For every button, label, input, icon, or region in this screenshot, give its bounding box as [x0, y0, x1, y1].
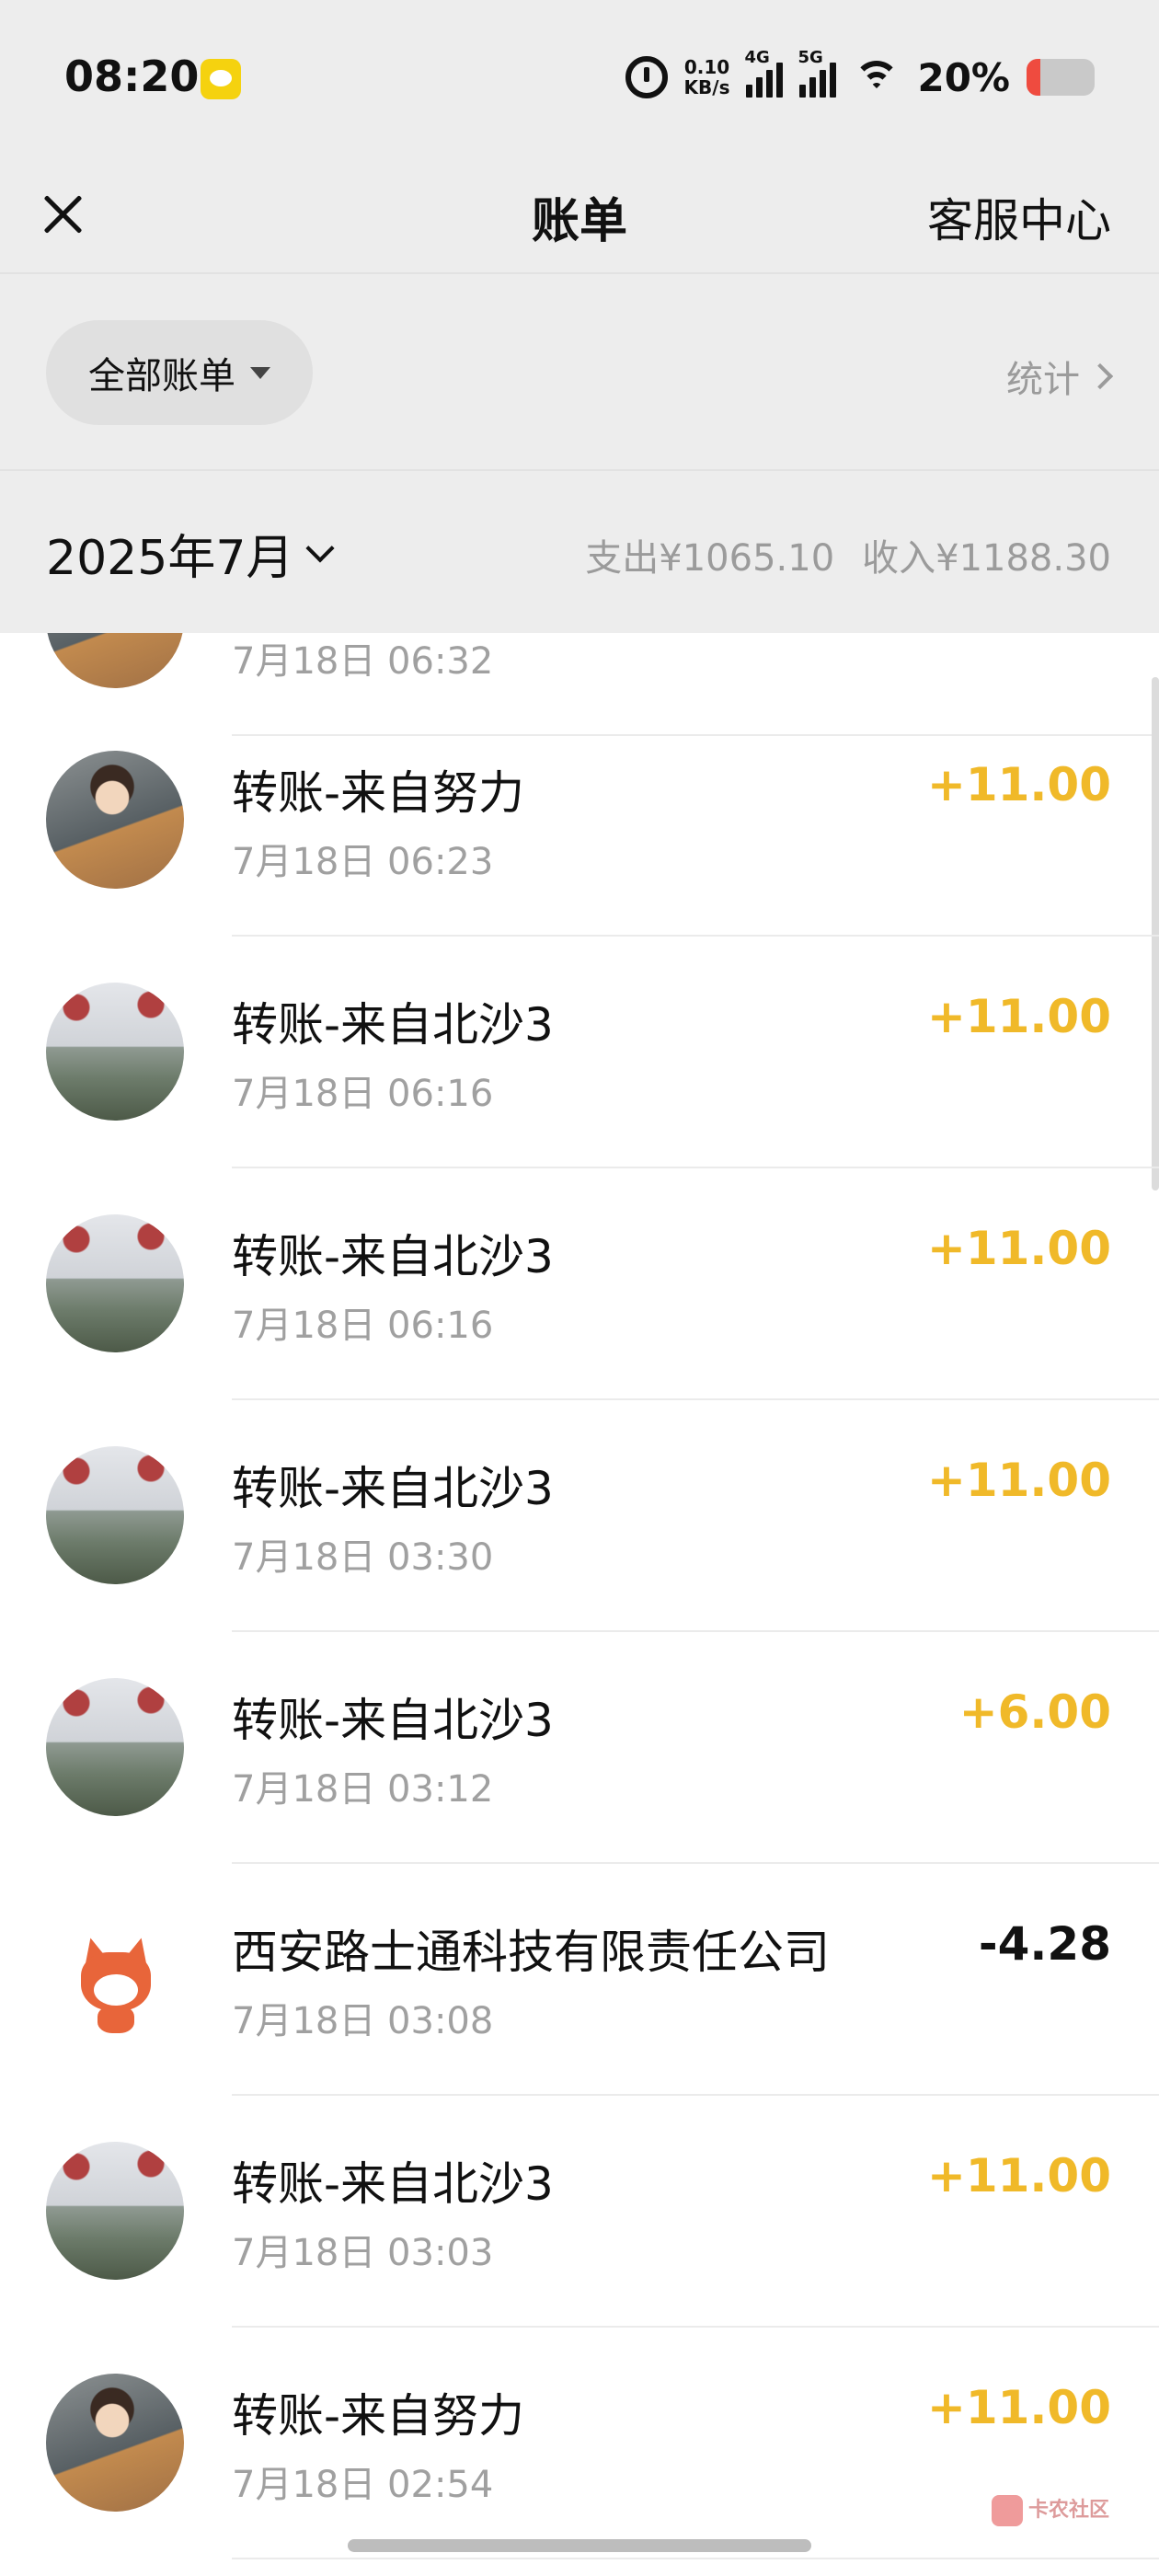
signal-5g-label: 5G: [798, 48, 823, 67]
list-item[interactable]: 转账-来自北沙3 7月18日 03:30 +11.00: [0, 1400, 1159, 1632]
transaction-amount: +11.00: [926, 2149, 1111, 2202]
month-summary: 支出¥1065.10 收入¥1188.30: [585, 528, 1111, 581]
network-speed: 0.10 KB/s: [684, 57, 730, 98]
alarm-icon: [625, 56, 668, 98]
customer-service-link[interactable]: 客服中心: [927, 184, 1111, 250]
row-divider: [232, 2558, 1159, 2559]
list-item[interactable]: 西安路士通科技有限责任公司 7月18日 03:08 -4.28: [0, 1864, 1159, 2096]
signal-4g-label: 4G: [744, 48, 770, 67]
list-item[interactable]: 转账-来自努力 7月18日 02:54 +11.00: [0, 2328, 1159, 2559]
landscape-avatar: [46, 1446, 184, 1584]
transaction-time: 7月18日 06:16: [232, 1073, 494, 1115]
list-item[interactable]: 转账-来自努力 7月18日 06:23 +11.00: [0, 705, 1159, 937]
month-row: 2025年7月 支出¥1065.10 收入¥1188.30: [0, 473, 1159, 633]
wifi-icon: [853, 57, 901, 98]
network-speed-unit: KB/s: [683, 76, 730, 98]
month-expense: 支出¥1065.10: [585, 537, 835, 580]
transaction-amount: -4.28: [978, 1917, 1111, 1971]
statistics-label: 统计: [1006, 359, 1080, 401]
transaction-title: 西安路士通科技有限责任公司: [232, 1926, 830, 1979]
transaction-amount: +11.00: [926, 2381, 1111, 2434]
landscape-avatar: [46, 983, 184, 1121]
transaction-title: 转账-来自北沙3: [232, 1230, 554, 1283]
battery-percent: 20%: [917, 54, 1010, 100]
app-notification-icon: [201, 59, 241, 99]
transaction-time: 7月18日 03:03: [232, 2232, 494, 2274]
bill-type-filter[interactable]: 全部账单: [46, 320, 313, 425]
signal-4g-icon: 4G: [744, 48, 784, 98]
transaction-title: 转账-来自北沙3: [232, 998, 554, 1052]
transaction-title: 转账-来自努力: [232, 2389, 525, 2443]
list-item[interactable]: 转账-来自北沙3 7月18日 03:12 +6.00: [0, 1632, 1159, 1864]
transaction-title: 转账-来自北沙3: [232, 2157, 554, 2211]
close-button[interactable]: [33, 184, 92, 243]
transaction-title: 转账-来自北沙3: [232, 1462, 554, 1515]
network-speed-value: 0.10: [683, 56, 730, 78]
signal-5g-icon: 5G: [798, 48, 837, 98]
chevron-down-icon: [305, 533, 335, 563]
status-time: 08:20: [64, 52, 200, 101]
person-avatar: [46, 2374, 184, 2512]
landscape-avatar: [46, 1214, 184, 1352]
filter-row: 全部账单 统计: [0, 276, 1159, 471]
battery-icon: [1027, 59, 1095, 96]
status-icons: 0.10 KB/s 4G 5G 20%: [625, 48, 1095, 105]
landscape-avatar: [46, 1678, 184, 1816]
person-avatar: [46, 633, 184, 688]
month-picker[interactable]: 2025年7月: [46, 519, 335, 588]
status-bar: 08:20 0.10 KB/s 4G 5G 20%: [0, 0, 1159, 156]
list-item[interactable]: 转账-来自北沙3 7月18日 06:16 +11.00: [0, 937, 1159, 1168]
transaction-time: 7月18日 06:23: [232, 841, 494, 883]
list-item[interactable]: 转账-来自北沙3 7月18日 06:16 +11.00: [0, 1168, 1159, 1400]
nav-bar: 账单 客服中心: [0, 156, 1159, 274]
person-avatar: [46, 751, 184, 889]
statistics-link[interactable]: 统计: [1006, 350, 1114, 403]
transaction-time: 7月18日 02:54: [232, 2464, 494, 2506]
transaction-amount: +11.00: [926, 990, 1111, 1043]
watermark-text: 卡农社区: [1028, 2499, 1110, 2522]
caret-down-icon: [250, 366, 270, 379]
bill-type-filter-label: 全部账单: [88, 355, 235, 397]
home-indicator[interactable]: [348, 2539, 811, 2552]
fox-mascot-avatar: [46, 1910, 184, 2048]
transaction-title: 转账-来自北沙3: [232, 1694, 554, 1747]
header-area: 08:20 0.10 KB/s 4G 5G 20% 账单 客服中心 全部账单 统…: [0, 0, 1159, 633]
transaction-time: 7月18日 06:32: [232, 640, 494, 683]
transaction-amount: +6.00: [958, 1685, 1111, 1739]
list-item[interactable]: 转账-来自北沙3 7月18日 03:03 +11.00: [0, 2096, 1159, 2328]
transaction-amount: +11.00: [926, 1222, 1111, 1275]
watermark: 卡农社区: [992, 2495, 1109, 2526]
month-income: 收入¥1188.30: [862, 537, 1111, 580]
transaction-time: 7月18日 03:30: [232, 1536, 494, 1579]
transaction-amount: +11.00: [926, 758, 1111, 811]
transaction-amount: +11.00: [926, 1454, 1111, 1507]
chevron-right-icon: [1086, 362, 1114, 390]
landscape-avatar: [46, 2142, 184, 2280]
transaction-title: 转账-来自努力: [232, 766, 525, 820]
month-label: 2025年7月: [46, 531, 294, 586]
transaction-time: 7月18日 03:12: [232, 1768, 494, 1811]
transaction-time: 7月18日 06:16: [232, 1305, 494, 1347]
transaction-time: 7月18日 03:08: [232, 2000, 494, 2042]
battery-level: [1027, 59, 1040, 96]
watermark-logo-icon: [992, 2495, 1023, 2526]
transaction-list[interactable]: 7月18日 06:32 转账-来自努力 7月18日 06:23 +11.00 转账-来…: [0, 633, 1159, 2576]
